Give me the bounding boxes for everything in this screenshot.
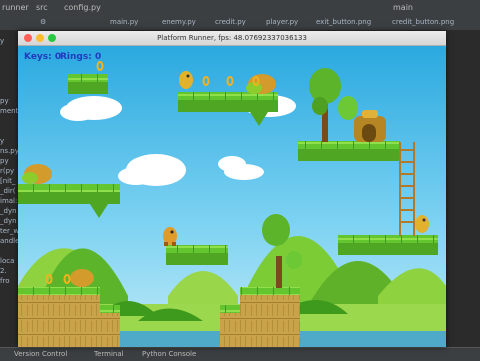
branch-selector[interactable]: main (393, 3, 413, 12)
rings-counter: Rings: 0 (60, 52, 102, 62)
window-titlebar: Platform Runner, fps: 48.07692337036133 (18, 31, 446, 46)
tab-credit[interactable]: credit.py (215, 18, 246, 26)
tree-snippet[interactable]: _dyn (0, 217, 17, 225)
window-title: Platform Runner, fps: 48.07692337036133 (157, 34, 307, 42)
tree-snippet[interactable]: y (0, 137, 4, 145)
project-name[interactable]: runner (2, 3, 29, 12)
tree-snippet[interactable]: r(py (0, 167, 14, 175)
tab-exit-button[interactable]: exit_button.png (316, 18, 371, 26)
ide-status-bar: Version Control Terminal Python Console (0, 347, 480, 361)
keys-counter: Keys: 0 (24, 52, 62, 62)
minimize-icon[interactable] (36, 34, 44, 42)
close-icon[interactable] (24, 34, 32, 42)
platform-center (166, 245, 228, 265)
enemy-top-middle (179, 71, 193, 89)
breadcrumb-src[interactable]: src (36, 3, 48, 12)
platform-right-lower (338, 235, 438, 255)
editor-tab-bar: ⚙ main.py enemy.py credit.py player.py e… (0, 16, 480, 31)
toolbar-gear-icon[interactable]: ⚙ (40, 18, 46, 26)
game-canvas[interactable]: Keys: 0 Rings: 0 (18, 46, 446, 347)
tree-snippet[interactable]: imal: (0, 197, 17, 205)
console-snippet: fro (0, 277, 10, 285)
tree-snippet[interactable]: py (0, 157, 9, 165)
tree-snippet[interactable]: y (0, 37, 4, 45)
tree-snippet[interactable]: [nit_ (0, 177, 15, 185)
breadcrumb-file[interactable]: config.py (64, 3, 101, 12)
game-window: Platform Runner, fps: 48.07692337036133 (18, 31, 446, 347)
maximize-icon[interactable] (48, 34, 56, 42)
tab-credit-button[interactable]: credit_button.png (392, 18, 454, 26)
ide-toolbar: runner src config.py main (0, 0, 480, 16)
terminal-tab[interactable]: Terminal (94, 350, 124, 358)
tab-main[interactable]: main.py (110, 18, 138, 26)
console-snippet: 2. (0, 267, 7, 275)
tree-snippet[interactable]: ns.py (0, 147, 19, 155)
console-snippet: loca (0, 257, 15, 265)
game-scene (18, 46, 446, 347)
python-console-tab[interactable]: Python Console (142, 350, 196, 358)
tree-snippet[interactable]: _dyn (0, 207, 17, 215)
player-character (163, 227, 177, 246)
platform-upper-right (298, 141, 400, 161)
bush-ground-left (70, 269, 94, 287)
enemy-right (415, 215, 429, 233)
right-gutter (446, 31, 480, 347)
version-control-tab[interactable]: Version Control (14, 350, 67, 358)
platform-top-left (68, 74, 108, 94)
tree-snippet[interactable]: py (0, 97, 9, 105)
tab-enemy[interactable]: enemy.py (162, 18, 196, 26)
tree-snippet[interactable]: _dir( (0, 187, 16, 195)
project-tree-panel: y py ment. y ns.py py r(py [nit_ _dir( i… (0, 31, 23, 347)
tab-player[interactable]: player.py (266, 18, 298, 26)
